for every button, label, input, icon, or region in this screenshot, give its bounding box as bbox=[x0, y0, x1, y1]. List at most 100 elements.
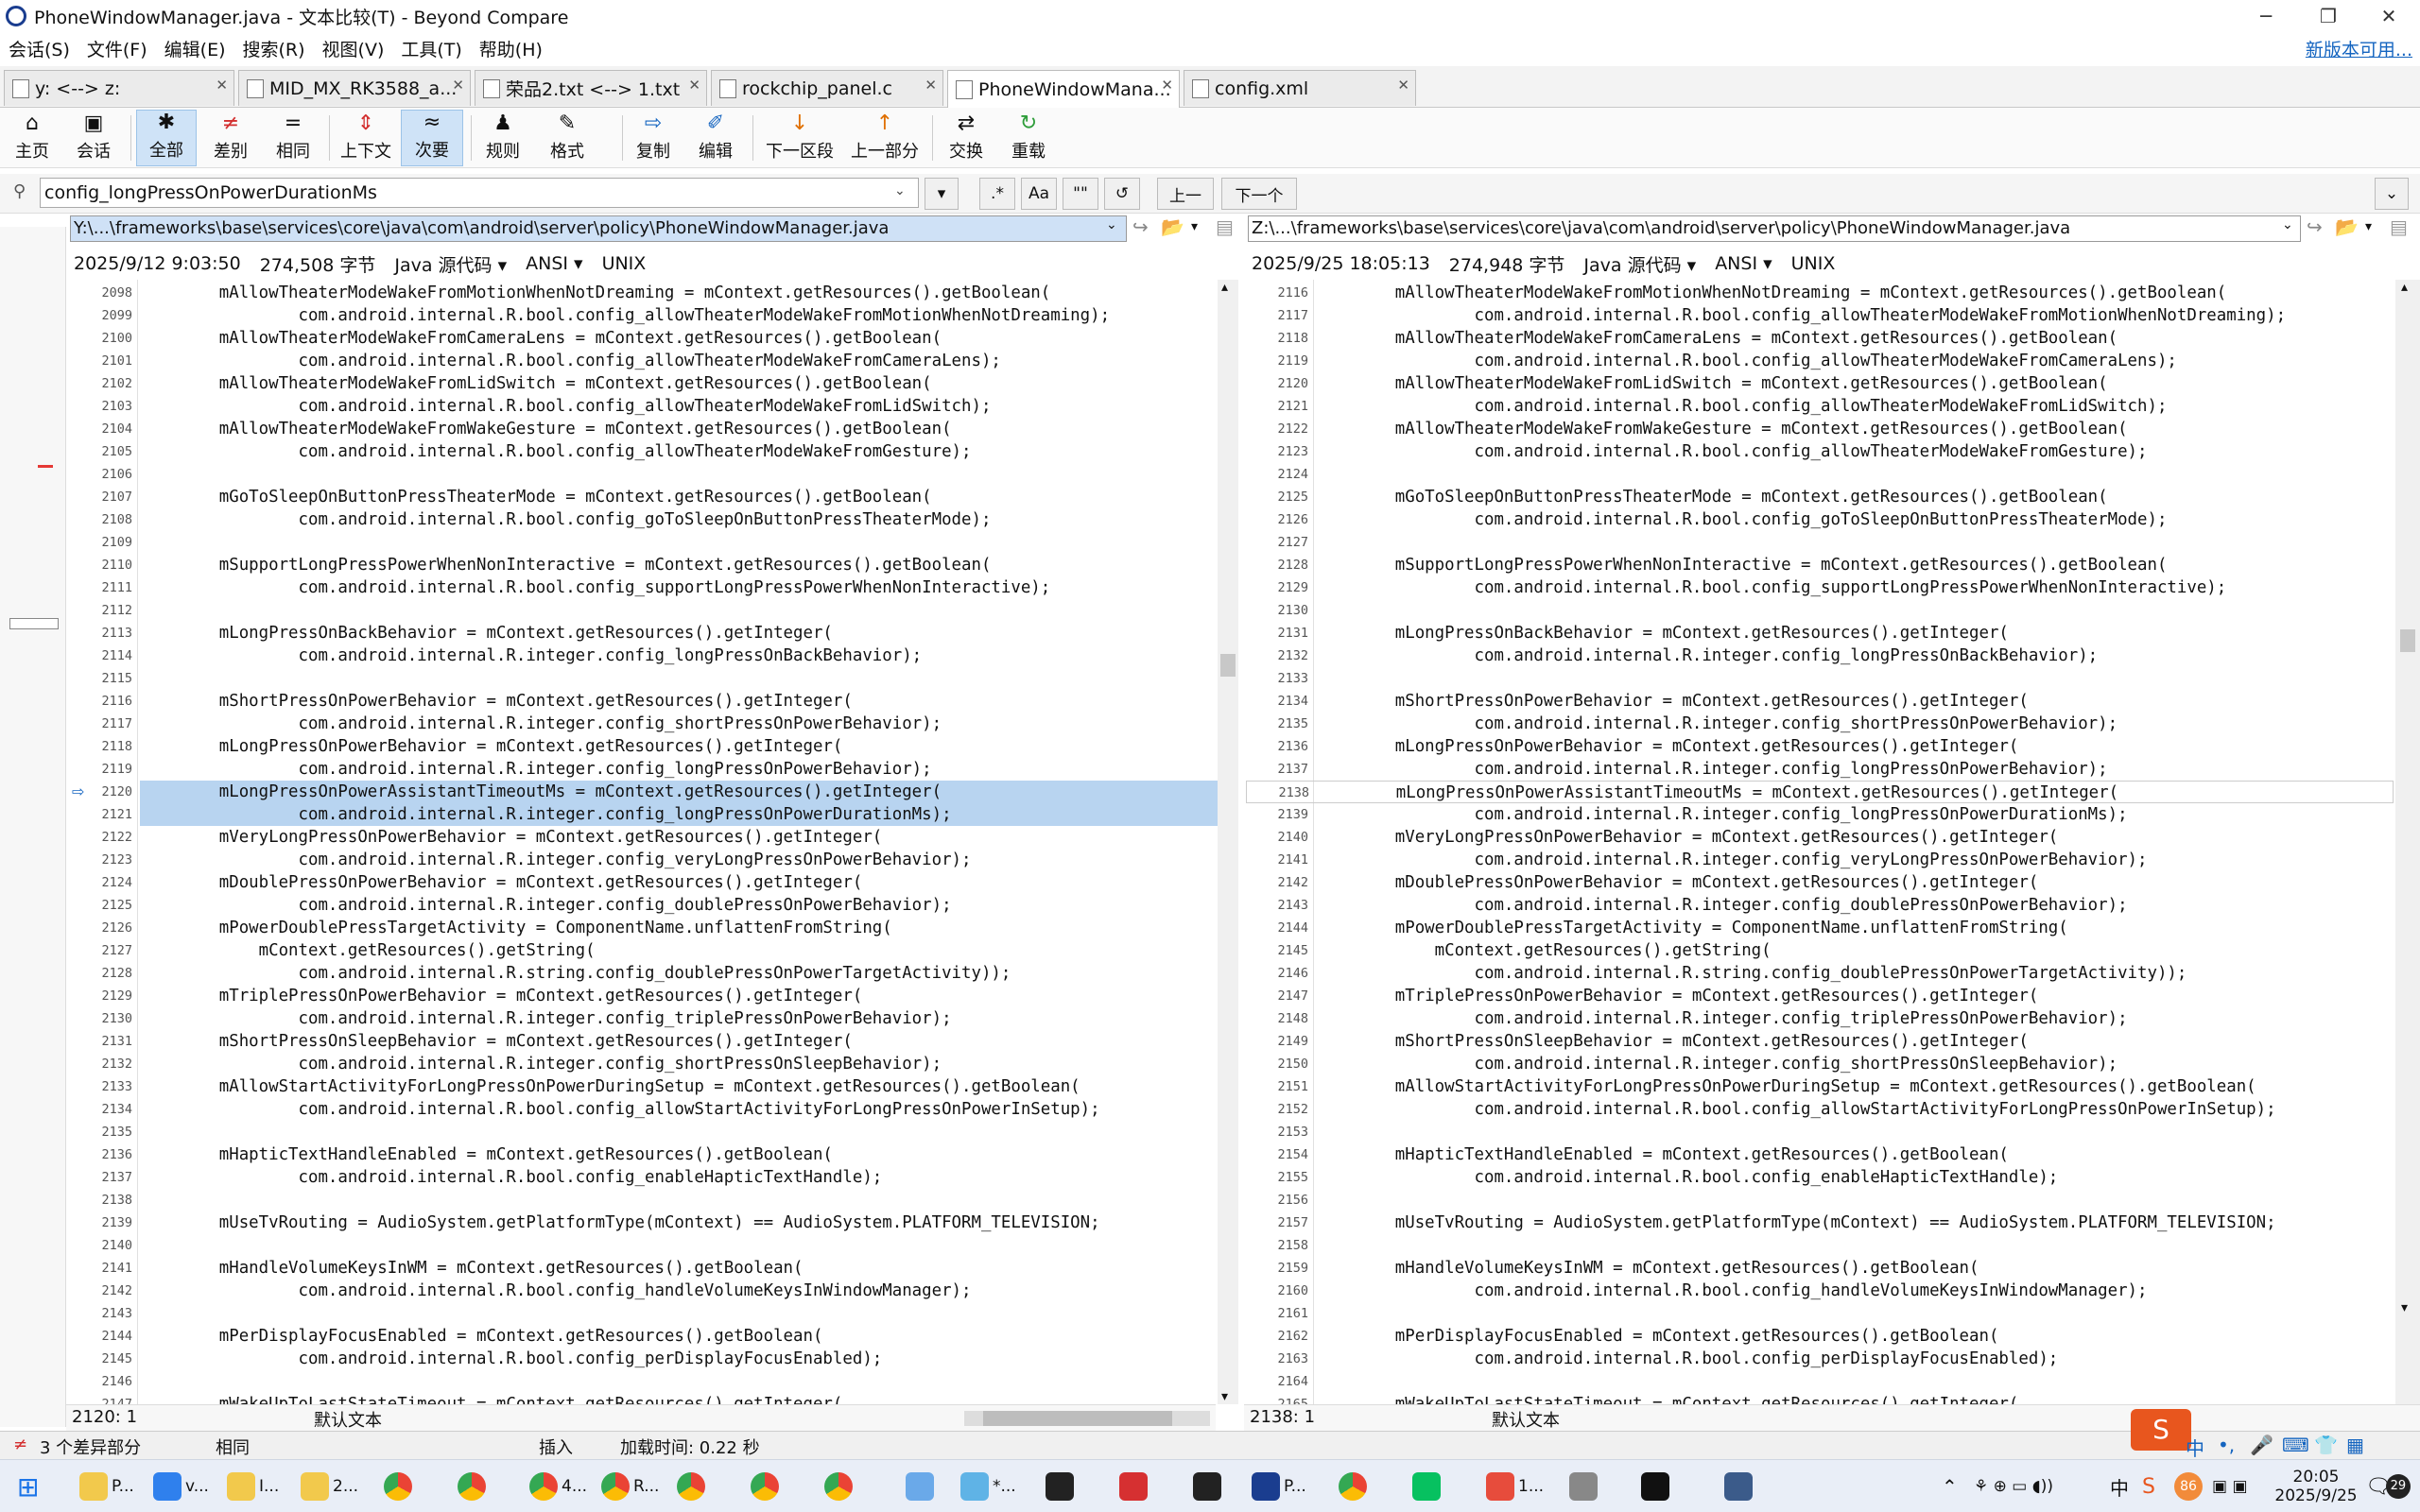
right-encoding[interactable]: ANSI ▾ bbox=[1715, 253, 1772, 274]
history-icon[interactable]: ↪ bbox=[1132, 215, 1149, 238]
code-line[interactable]: 2119 com.android.internal.R.integer.conf… bbox=[70, 758, 1218, 781]
code-line[interactable]: 2147 mWakeUpToLastStateTimeout = mContex… bbox=[70, 1393, 1218, 1404]
taskbar-app[interactable] bbox=[458, 1468, 490, 1505]
code-line[interactable]: 2151 mAllowStartActivityForLongPressOnPo… bbox=[1246, 1075, 2394, 1098]
code-line[interactable]: 2147 mTriplePressOnPowerBehavior = mCont… bbox=[1246, 985, 2394, 1007]
code-line[interactable]: 2155 com.android.internal.R.bool.config_… bbox=[1246, 1166, 2394, 1189]
code-line[interactable]: 2158 bbox=[1246, 1234, 2394, 1257]
taskbar-app[interactable] bbox=[1193, 1468, 1225, 1505]
taskbar-app[interactable] bbox=[1641, 1468, 1673, 1505]
code-line[interactable]: 2102 mAllowTheaterModeWakeFromLidSwitch … bbox=[70, 372, 1218, 395]
menu-session[interactable]: 会话(S) bbox=[0, 36, 78, 61]
code-line[interactable]: 2108 com.android.internal.R.bool.config_… bbox=[70, 508, 1218, 531]
menu-help[interactable]: 帮助(H) bbox=[471, 36, 551, 61]
code-line[interactable]: 2135 com.android.internal.R.integer.conf… bbox=[1246, 713, 2394, 735]
taskbar-app[interactable] bbox=[384, 1468, 416, 1505]
start-button[interactable]: ⊞ bbox=[17, 1468, 39, 1505]
reload-button[interactable]: ↻ 重载 bbox=[1004, 110, 1053, 166]
taskbar-app[interactable]: P... bbox=[79, 1468, 134, 1505]
tab-close-icon[interactable]: ✕ bbox=[925, 77, 937, 94]
save-icon[interactable]: ▤ bbox=[2390, 215, 2408, 238]
code-line[interactable]: 2152 com.android.internal.R.bool.config_… bbox=[1246, 1098, 2394, 1121]
right-language[interactable]: Java 源代码 ▾ bbox=[1583, 251, 1696, 277]
code-line[interactable]: 2146 bbox=[70, 1370, 1218, 1393]
code-line[interactable]: 2157 mUseTvRouting = AudioSystem.getPlat… bbox=[1246, 1211, 2394, 1234]
taskbar-app[interactable]: P... bbox=[1252, 1468, 1306, 1505]
code-line[interactable]: 2126 com.android.internal.R.bool.config_… bbox=[1246, 508, 2394, 531]
code-line[interactable]: 2116 mAllowTheaterModeWakeFromMotionWhen… bbox=[1246, 282, 2394, 304]
taskbar-app[interactable] bbox=[824, 1468, 856, 1505]
viewport-marker[interactable] bbox=[9, 618, 59, 629]
context-button[interactable]: ⇕ 上下文 bbox=[335, 110, 397, 166]
left-horizontal-scrollbar[interactable] bbox=[964, 1411, 1210, 1426]
taskbar-app[interactable]: I... bbox=[227, 1468, 279, 1505]
taskbar-app[interactable]: 1... bbox=[1486, 1468, 1544, 1505]
code-line[interactable]: 2106 bbox=[70, 463, 1218, 486]
code-line[interactable]: 2154 mHapticTextHandleEnabled = mContext… bbox=[1246, 1143, 2394, 1166]
find-next-button[interactable]: 下一个 bbox=[1221, 178, 1297, 210]
code-line[interactable]: 2104 mAllowTheaterModeWakeFromWakeGestur… bbox=[70, 418, 1218, 440]
code-line[interactable]: 2144 mPowerDoublePressTargetActivity = C… bbox=[1246, 917, 2394, 939]
home-button[interactable]: ⌂ 主页 bbox=[9, 110, 55, 166]
find-prev-button[interactable]: 上一 bbox=[1157, 178, 1214, 210]
code-line[interactable]: 2111 com.android.internal.R.bool.config_… bbox=[70, 576, 1218, 599]
code-line[interactable]: 2159 mHandleVolumeKeysInWM = mContext.ge… bbox=[1246, 1257, 2394, 1280]
code-line[interactable]: 2118 mLongPressOnPowerBehavior = mContex… bbox=[70, 735, 1218, 758]
code-line[interactable]: 2162 mPerDisplayFocusEnabled = mContext.… bbox=[1246, 1325, 2394, 1348]
code-line[interactable]: 2142 com.android.internal.R.bool.config_… bbox=[70, 1280, 1218, 1302]
taskbar-app[interactable] bbox=[1412, 1468, 1444, 1505]
code-line[interactable]: 2124 bbox=[1246, 463, 2394, 486]
tab-mid-mx[interactable]: MID_MX_RK3588_a... ✕ bbox=[238, 70, 471, 106]
code-line[interactable]: 2115 bbox=[70, 667, 1218, 690]
menu-search[interactable]: 搜索(R) bbox=[234, 36, 314, 61]
toolbox-icon[interactable]: ▦ bbox=[2346, 1434, 2364, 1456]
code-line[interactable]: 2134 mShortPressOnPowerBehavior = mConte… bbox=[1246, 690, 2394, 713]
rules-button[interactable]: ♟ 规则 bbox=[476, 110, 529, 166]
code-line[interactable]: 2120 mAllowTheaterModeWakeFromLidSwitch … bbox=[1246, 372, 2394, 395]
code-line[interactable]: 2132 com.android.internal.R.integer.conf… bbox=[1246, 644, 2394, 667]
code-line[interactable]: 2116 mShortPressOnPowerBehavior = mConte… bbox=[70, 690, 1218, 713]
code-line[interactable]: 2137 com.android.internal.R.bool.config_… bbox=[70, 1166, 1218, 1189]
code-line[interactable]: 2145 mContext.getResources().getString( bbox=[1246, 939, 2394, 962]
tray-badge[interactable]: 86 bbox=[2174, 1468, 2203, 1505]
left-language[interactable]: Java 源代码 ▾ bbox=[394, 251, 507, 277]
code-line[interactable]: 2161 bbox=[1246, 1302, 2394, 1325]
scroll-thumb[interactable] bbox=[1220, 654, 1236, 677]
code-line[interactable]: 2121 com.android.internal.R.integer.conf… bbox=[101, 803, 1218, 826]
code-line[interactable]: 2118 mAllowTheaterModeWakeFromCameraLens… bbox=[1246, 327, 2394, 350]
swap-button[interactable]: ⇄ 交换 bbox=[942, 110, 991, 166]
tab-session-compare[interactable]: y: <--> z: ✕ bbox=[4, 70, 234, 106]
code-line[interactable]: 2105 com.android.internal.R.bool.config_… bbox=[70, 440, 1218, 463]
scroll-thumb[interactable] bbox=[2400, 629, 2415, 652]
code-line[interactable]: 2127 mContext.getResources().getString( bbox=[70, 939, 1218, 962]
code-line[interactable]: 2112 bbox=[70, 599, 1218, 622]
edit-button[interactable]: ✐ 编辑 bbox=[690, 110, 741, 166]
tray-app-icons[interactable]: ▣ ▣ bbox=[2212, 1468, 2248, 1505]
taskbar-app[interactable] bbox=[906, 1468, 938, 1505]
code-line[interactable]: 2131 mLongPressOnBackBehavior = mContext… bbox=[1246, 622, 2394, 644]
left-path-input[interactable]: Y:\...\frameworks\base\services\core\jav… bbox=[70, 215, 1127, 242]
chevron-down-icon[interactable]: ▾ bbox=[1191, 219, 1198, 234]
left-code-pane[interactable]: 2098 mAllowTheaterModeWakeFromMotionWhen… bbox=[70, 280, 1218, 1404]
right-code-pane[interactable]: 2116 mAllowTheaterModeWakeFromMotionWhen… bbox=[1246, 280, 2394, 1404]
taskbar-app[interactable]: v... bbox=[153, 1468, 209, 1505]
code-line[interactable]: 2141 com.android.internal.R.integer.conf… bbox=[1246, 849, 2394, 871]
wrap-toggle[interactable]: ↺ bbox=[1104, 178, 1140, 210]
right-vertical-scrollbar[interactable]: ▴ ▾ bbox=[2395, 280, 2420, 1404]
next-section-button[interactable]: ↓ 下一区段 bbox=[760, 110, 839, 166]
taskbar-app[interactable] bbox=[1724, 1468, 1756, 1505]
code-line[interactable]: 2127 bbox=[1246, 531, 2394, 554]
tab-close-icon[interactable]: ✕ bbox=[1397, 77, 1409, 94]
mic-icon[interactable]: 🎤 bbox=[2250, 1434, 2273, 1456]
overview-strip[interactable] bbox=[0, 227, 66, 1427]
code-line[interactable]: 2100 mAllowTheaterModeWakeFromCameraLens… bbox=[70, 327, 1218, 350]
show-diff-button[interactable]: ≠ 差别 bbox=[202, 110, 259, 166]
chevron-down-icon[interactable]: ▾ bbox=[2365, 219, 2372, 234]
code-line[interactable]: 2141 mHandleVolumeKeysInWM = mContext.ge… bbox=[70, 1257, 1218, 1280]
copy-button[interactable]: ⇨ 复制 bbox=[628, 110, 679, 166]
save-icon[interactable]: ▤ bbox=[1216, 215, 1234, 238]
code-line[interactable]: 2144 mPerDisplayFocusEnabled = mContext.… bbox=[70, 1325, 1218, 1348]
taskbar-app[interactable] bbox=[1046, 1468, 1078, 1505]
code-line[interactable]: 2098 mAllowTheaterModeWakeFromMotionWhen… bbox=[70, 282, 1218, 304]
code-line[interactable]: 2143 bbox=[70, 1302, 1218, 1325]
